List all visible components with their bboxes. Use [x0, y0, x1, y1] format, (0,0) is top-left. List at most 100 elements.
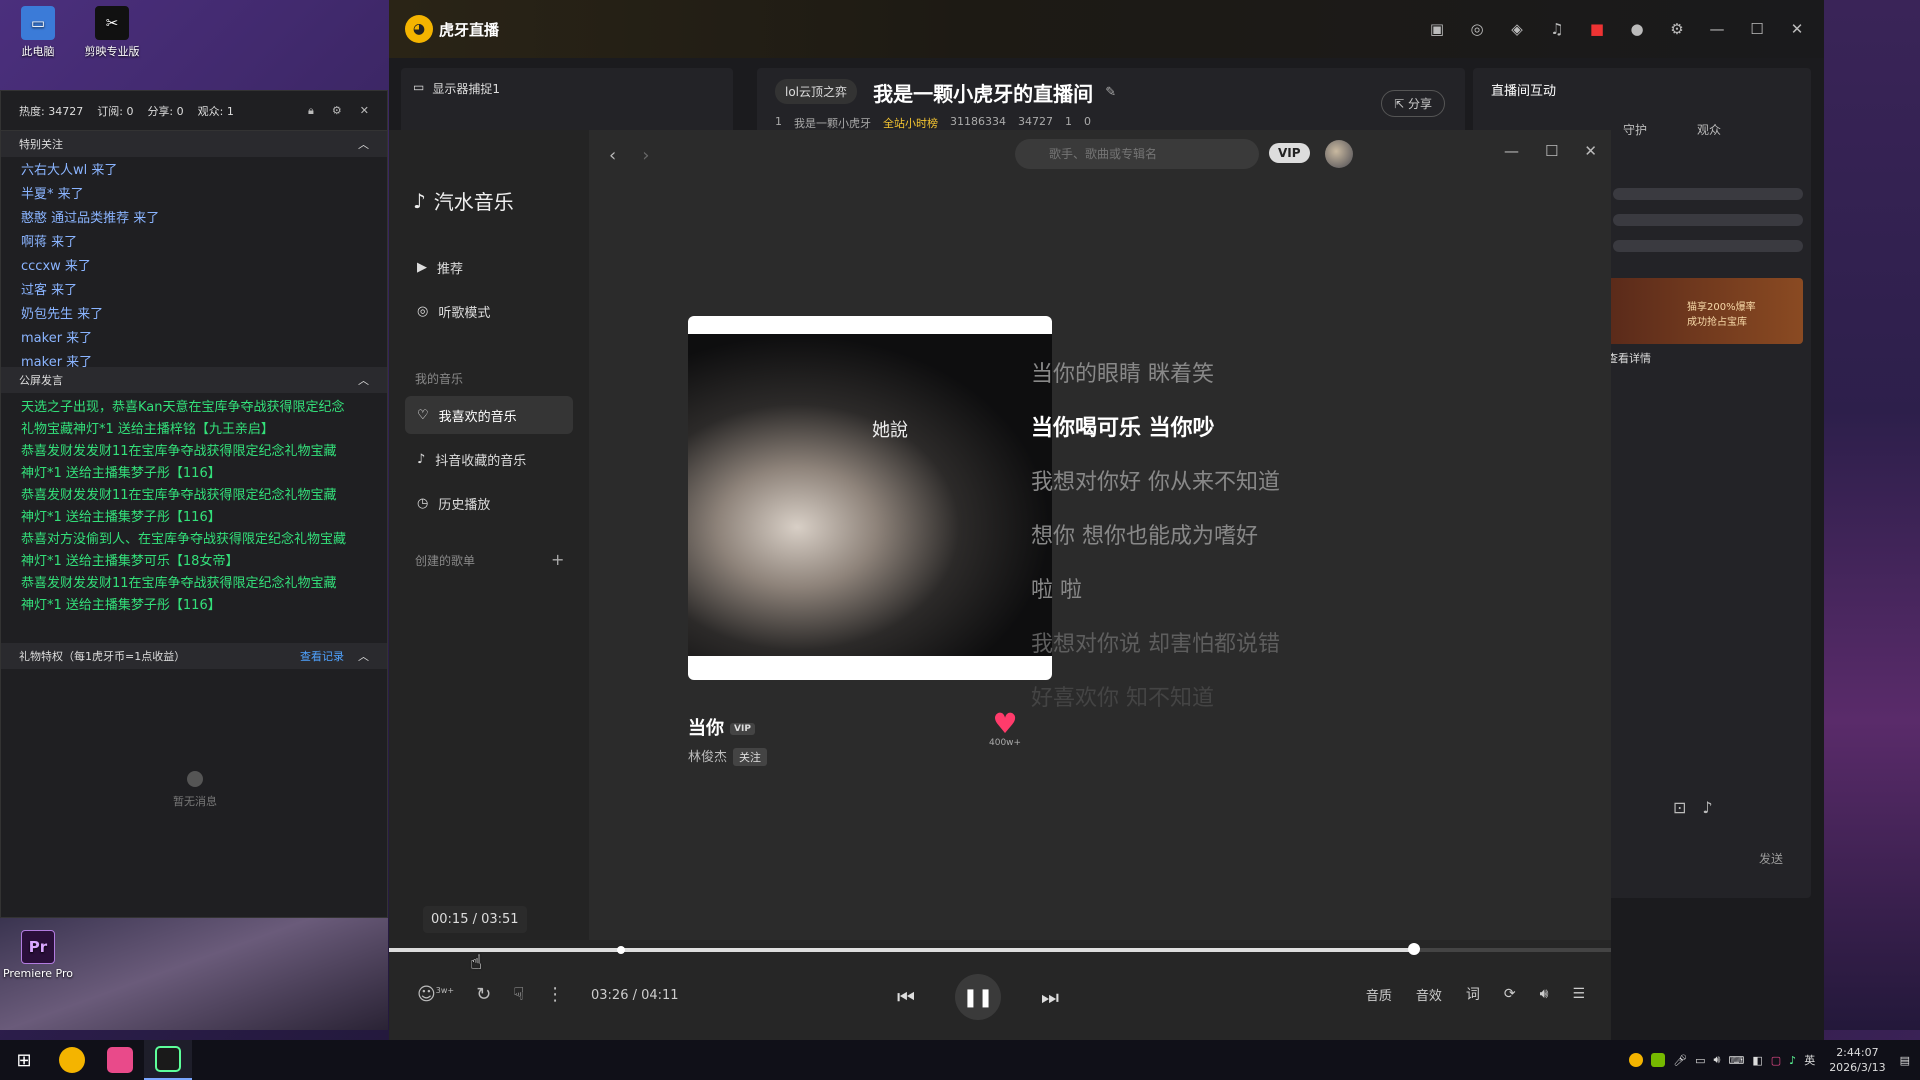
lyric-line[interactable]: 当你的眼睛 眯着笑	[1031, 348, 1280, 402]
lyrics-icon[interactable]: 词	[1466, 984, 1480, 1004]
like-button[interactable]: ♥ 400w+	[989, 710, 1021, 749]
minimize-icon[interactable]: —	[1504, 142, 1519, 160]
tab-guard[interactable]: 守护	[1623, 121, 1647, 138]
bell-icon[interactable]: ♫	[1546, 20, 1568, 38]
view-records-link[interactable]: 查看记录	[300, 648, 344, 664]
dislike-icon[interactable]: ☟	[513, 984, 524, 1005]
view-details-link[interactable]: 查看详情	[1607, 350, 1651, 366]
bilibili-icon[interactable]: ▢	[1771, 1054, 1781, 1067]
more-icon[interactable]: ⋮	[546, 984, 564, 1005]
minimize-icon[interactable]: —	[1706, 20, 1728, 38]
forward-icon[interactable]: ›	[642, 145, 649, 166]
avatar[interactable]	[1325, 140, 1353, 168]
nav-douyin-favorites[interactable]: ♪ 抖音收藏的音乐	[405, 440, 573, 478]
network-icon[interactable]: ▭	[1695, 1054, 1705, 1067]
previous-icon[interactable]: ⏮	[897, 985, 915, 1009]
room-title: 我是一颗小虎牙的直播间	[873, 82, 1094, 106]
close-icon[interactable]: ✕	[1786, 20, 1808, 38]
speaker-icon[interactable]: 🔊︎	[1714, 1053, 1721, 1067]
close-icon[interactable]: ✕	[1584, 142, 1597, 160]
special-follow-header[interactable]: 特别关注 ︿	[1, 131, 387, 157]
desktop-icon-this-pc[interactable]: ▭ 此电脑	[0, 6, 76, 59]
pause-button[interactable]: ❚❚	[955, 974, 1001, 1020]
desktop-icon-capcut[interactable]: ✂ 剪映专业版	[74, 6, 150, 59]
nav-history[interactable]: ◷ 历史播放	[405, 484, 573, 522]
douyin-icon: ♪	[417, 451, 426, 467]
game-icon[interactable]: ◈	[1506, 20, 1528, 38]
nav-recommend[interactable]: ▶ 推荐	[405, 248, 573, 286]
nav-listen-mode[interactable]: ◎ 听歌模式	[405, 292, 573, 330]
repeat-icon[interactable]: ⟳	[1504, 986, 1516, 1002]
chevron-up-icon[interactable]: ︿	[358, 648, 369, 664]
gift-privilege-header[interactable]: 礼物特权（每1虎牙币=1点收益） 查看记录 ︿	[1, 643, 387, 669]
input-icon[interactable]: ⌨	[1728, 1054, 1744, 1067]
tab-audience[interactable]: 观众	[1697, 121, 1721, 138]
back-icon[interactable]: ‹	[609, 145, 616, 166]
music-note-icon[interactable]: ♪	[1702, 798, 1712, 817]
share-icon[interactable]: ↻	[476, 984, 491, 1005]
lyric-line[interactable]: 好喜欢你 知不知道	[1031, 672, 1280, 726]
taskbar-app-pink[interactable]	[96, 1040, 144, 1080]
close-icon[interactable]: ✕	[360, 104, 369, 118]
settings-icon[interactable]: ⚙	[332, 104, 342, 118]
gift-icon[interactable]: ■	[1586, 20, 1608, 38]
volume-icon[interactable]: 🔊︎	[1540, 986, 1549, 1002]
image-icon[interactable]: ⊡	[1673, 798, 1686, 817]
share-button[interactable]: ⇱ 分享	[1381, 90, 1445, 117]
coin-icon[interactable]: ◎	[1466, 20, 1488, 38]
my-music-label: 我的音乐	[415, 372, 464, 386]
mic-icon[interactable]: 🎤︎	[1673, 1054, 1687, 1067]
wechat-icon[interactable]: ◧	[1752, 1054, 1762, 1067]
edit-icon[interactable]: ✎	[1105, 85, 1116, 100]
room-meta: 1 我是一颗小虎牙 全站小时榜 31186334 34727 1 0	[775, 115, 1447, 131]
maximize-icon[interactable]: ☐	[1545, 142, 1558, 160]
start-button[interactable]: ⊞	[0, 1040, 48, 1080]
comment-icon[interactable]: ☺3w+	[417, 984, 454, 1005]
compass-icon: ◎	[417, 303, 429, 319]
follow-button[interactable]: 关注	[733, 748, 768, 766]
chevron-up-icon[interactable]: ︿	[358, 136, 369, 152]
list-item: 神灯*1 送给主播集梦子彤【116】	[21, 466, 221, 481]
avatar[interactable]: ●	[1626, 20, 1648, 38]
effect-button[interactable]: 音效	[1416, 985, 1442, 1004]
maximize-icon[interactable]: ☐	[1746, 20, 1768, 38]
clock[interactable]: 2:44:07 2026/3/13	[1823, 1045, 1891, 1075]
huya-logo-icon: ◕	[405, 15, 433, 43]
lyric-line-current[interactable]: 当你喝可乐 当你吵	[1031, 402, 1280, 456]
notification-icon[interactable]: ▤	[1900, 1054, 1910, 1067]
progress-bar[interactable]	[389, 943, 1611, 955]
huya-icon	[59, 1047, 85, 1073]
next-icon[interactable]: ⏭	[1041, 985, 1059, 1009]
add-playlist-icon[interactable]: +	[551, 550, 564, 569]
lyric-line[interactable]: 想你 想你也能成为嗜好	[1031, 510, 1280, 564]
chevron-up-icon[interactable]: ︿	[358, 372, 369, 388]
taskbar-huya[interactable]	[48, 1040, 96, 1080]
music-tray-icon[interactable]: ♪	[1789, 1054, 1796, 1067]
treasure-banner[interactable]: 猫享200%爆率 成功抢占宝库	[1607, 278, 1803, 344]
lyric-line[interactable]: 啦 啦	[1031, 564, 1280, 618]
send-button[interactable]: 发送	[1759, 850, 1783, 867]
lyric-line[interactable]: 我想对你好 你从来不知道	[1031, 456, 1280, 510]
ime-indicator[interactable]: 英	[1804, 1052, 1815, 1068]
playlist-icon[interactable]: ☰	[1572, 986, 1585, 1002]
taskbar-soda-music[interactable]	[144, 1040, 192, 1080]
progress-knob[interactable]	[1408, 943, 1421, 955]
list-item: 恭喜发财发发财11在宝库争夺战获得限定纪念礼物宝藏	[21, 576, 337, 591]
room-category-tag[interactable]: lol云顶之弈	[775, 79, 858, 104]
lock-icon[interactable]: 🔒︎	[308, 104, 314, 118]
list-item: maker 来了	[21, 331, 93, 346]
nvidia-icon[interactable]	[1651, 1053, 1666, 1067]
clock-icon: ◷	[417, 495, 429, 511]
announce-header[interactable]: 公屏发言 ︿	[1, 367, 387, 393]
lyric-line[interactable]: 我想对你说 却害怕都说错	[1031, 618, 1280, 672]
rank-link[interactable]: 全站小时榜	[883, 115, 938, 131]
search-input[interactable]	[1015, 139, 1259, 169]
record-icon[interactable]: ▣	[1426, 20, 1448, 38]
quality-button[interactable]: 音质	[1366, 985, 1392, 1004]
vip-badge[interactable]: VIP	[1269, 143, 1310, 163]
settings-icon[interactable]: ⚙	[1666, 20, 1688, 38]
huya-tray-icon[interactable]	[1629, 1053, 1644, 1067]
chat-input-area[interactable]: 发送	[1607, 838, 1803, 878]
nav-liked-music[interactable]: ♡ 我喜欢的音乐	[405, 396, 573, 434]
desktop-icon-premiere[interactable]: Pr Premiere Pro	[0, 930, 76, 980]
